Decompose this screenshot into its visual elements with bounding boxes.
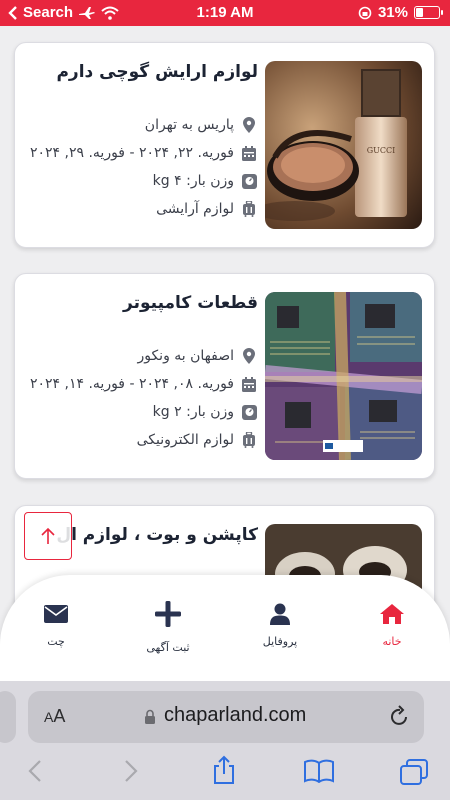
cosmetics-photo: GUCCI bbox=[265, 61, 422, 229]
nav-chat[interactable]: چت bbox=[16, 599, 96, 648]
nav-home-label: خانه bbox=[382, 635, 402, 648]
trip-dates: فوریه. ۲۲, ۲۰۲۴ - فوریه. ۲۹, ۲۰۲۴ bbox=[21, 139, 258, 167]
nav-post-ad-label: ثبت آگهی bbox=[146, 641, 190, 654]
trip-category: لوازم آرایشی bbox=[21, 195, 258, 223]
trip-info: قطعات کامپیوتر اصفهان به ونکور فوریه. ۰۸… bbox=[21, 288, 258, 454]
scale-icon bbox=[241, 404, 257, 420]
nav-home[interactable]: خانه bbox=[352, 599, 432, 648]
trip-card[interactable]: GUCCI لوازم ارایش گوچی دارم پاریس به تهر… bbox=[14, 42, 435, 248]
suitcase-icon bbox=[243, 432, 255, 448]
trip-route: پاریس به تهران bbox=[21, 111, 258, 139]
trip-category: لوازم الکترونیکی bbox=[21, 426, 258, 454]
map-pin-icon bbox=[243, 348, 255, 364]
category-text: لوازم آرایشی bbox=[156, 201, 234, 217]
trip-card[interactable]: قطعات کامپیوتر اصفهان به ونکور فوریه. ۰۸… bbox=[14, 273, 435, 479]
category-text: لوازم الکترونیکی bbox=[136, 432, 234, 448]
tabs-icon[interactable] bbox=[400, 759, 428, 785]
plus-icon bbox=[155, 601, 181, 627]
route-text: اصفهان به ونکور bbox=[137, 348, 234, 364]
bottom-nav: خانه پروفایل ثبت آگهی چت bbox=[0, 575, 450, 681]
user-icon bbox=[270, 603, 290, 625]
lock-icon bbox=[145, 709, 155, 724]
trip-dates: فوریه. ۰۸, ۲۰۲۴ - فوریه. ۱۴, ۲۰۲۴ bbox=[21, 370, 258, 398]
nav-chat-label: چت bbox=[47, 635, 65, 648]
calendar-icon bbox=[242, 376, 256, 392]
back-chevron-icon[interactable] bbox=[28, 759, 42, 783]
reload-icon[interactable] bbox=[390, 705, 410, 727]
weight-text: وزن بار: ۲ kg bbox=[152, 404, 234, 420]
reader-aa-button[interactable]: AA bbox=[44, 706, 65, 727]
bookmarks-icon[interactable] bbox=[304, 759, 334, 783]
weight-text: وزن بار: ۴ kg bbox=[152, 173, 234, 189]
trip-weight: وزن بار: ۲ kg bbox=[21, 398, 258, 426]
share-icon[interactable] bbox=[212, 755, 236, 785]
trip-title[interactable]: لوازم ارایش گوچی دارم bbox=[21, 57, 258, 87]
dates-text: فوریه. ۰۸, ۲۰۲۴ - فوریه. ۱۴, ۲۰۲۴ bbox=[29, 376, 234, 392]
nav-post-ad[interactable]: ثبت آگهی bbox=[128, 599, 208, 654]
previous-tab-edge[interactable] bbox=[0, 691, 16, 743]
battery-percent: 31% bbox=[377, 4, 408, 21]
status-bar: Search 1:19 AM 31% bbox=[0, 0, 450, 26]
rotation-lock-icon bbox=[358, 6, 372, 19]
address-bar[interactable]: AA chaparland.com bbox=[28, 691, 424, 743]
svg-text:GUCCI: GUCCI bbox=[367, 146, 396, 155]
suitcase-icon bbox=[243, 201, 255, 217]
arrow-up-icon bbox=[41, 527, 55, 544]
nav-profile-label: پروفایل bbox=[262, 635, 298, 648]
scroll-top-button[interactable] bbox=[24, 512, 72, 560]
battery-fill bbox=[416, 8, 423, 17]
nav-profile[interactable]: پروفایل bbox=[240, 599, 320, 648]
envelope-icon bbox=[44, 605, 68, 623]
browser-toolbar bbox=[0, 755, 450, 795]
trip-route: اصفهان به ونکور bbox=[21, 342, 258, 370]
home-icon bbox=[380, 604, 404, 624]
trip-info: لوازم ارایش گوچی دارم پاریس به تهران فور… bbox=[21, 57, 258, 223]
browser-chrome: AA chaparland.com bbox=[0, 681, 450, 800]
url-text[interactable]: chaparland.com bbox=[164, 704, 306, 727]
forward-chevron-icon[interactable] bbox=[124, 759, 138, 783]
trip-weight: وزن بار: ۴ kg bbox=[21, 167, 258, 195]
trip-title[interactable]: قطعات کامپیوتر bbox=[21, 288, 258, 318]
circuit-board-photo bbox=[265, 292, 422, 460]
map-pin-icon bbox=[243, 117, 255, 133]
route-text: پاریس به تهران bbox=[144, 117, 234, 133]
scale-icon bbox=[241, 173, 257, 189]
battery-icon bbox=[414, 6, 443, 19]
dates-text: فوریه. ۲۲, ۲۰۲۴ - فوریه. ۲۹, ۲۰۲۴ bbox=[29, 145, 234, 161]
calendar-icon bbox=[242, 145, 256, 161]
